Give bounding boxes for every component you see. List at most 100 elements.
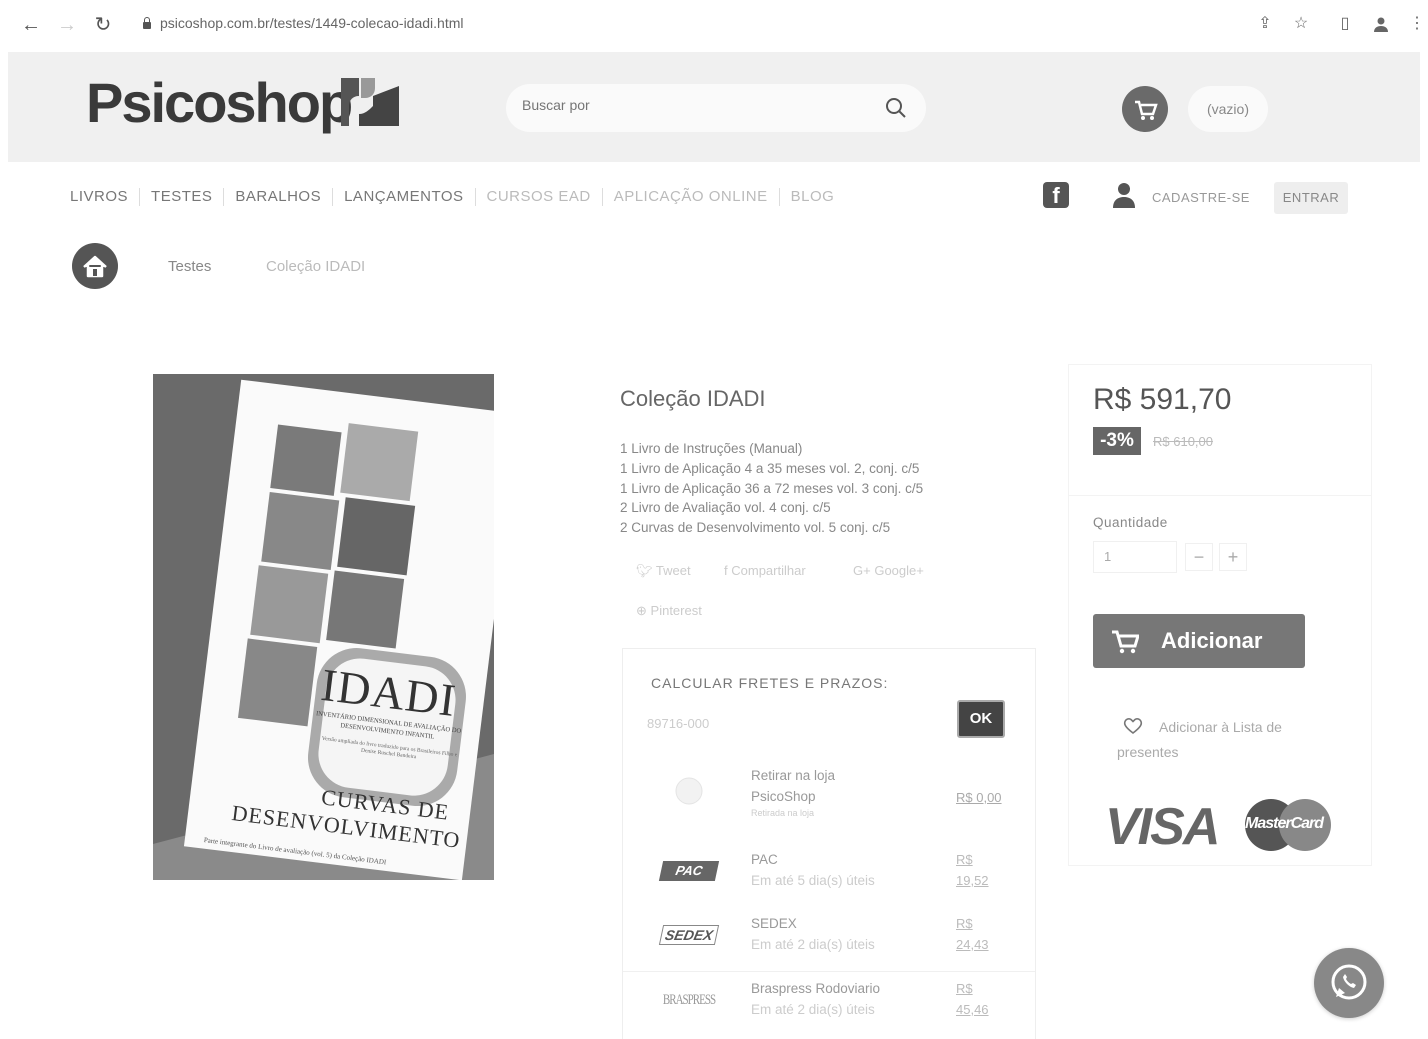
home-icon [83,255,107,278]
menu-item-cursos-ead[interactable]: CURSOS EAD [474,188,602,206]
pac-logo: PAC [658,861,720,881]
cep-input[interactable] [647,711,907,735]
facebook-icon[interactable]: f [1043,182,1069,208]
lock-icon [142,17,152,29]
facebook-share-label: Compartilhar [731,563,806,578]
cart-icon [1135,100,1158,120]
menu-item-lancamentos[interactable]: LANÇAMENTOS [332,188,474,206]
shipping-calculator: CALCULAR FRETES E PRAZOS: OK Retirar na … [622,648,1036,1039]
facebook-share-button[interactable]: f Compartilhar [724,563,806,578]
shipping-option-pac[interactable]: PAC PAC Em até 5 dia(s) úteis R$ 19,52 [623,843,1035,907]
share-icon[interactable]: ⇪ [1256,15,1274,33]
cart-button[interactable] [1122,86,1168,132]
site-header: Psicoshop (vazio) [8,52,1420,162]
menu-item-baralhos[interactable]: BARALHOS [223,188,332,206]
price-value: 19,52 [956,873,989,888]
price-value: 45,46 [956,1002,989,1017]
calculate-ok-button[interactable]: OK [957,700,1005,738]
add-to-cart-button[interactable]: Adicionar [1093,614,1305,668]
shipping-option-store[interactable]: Retirar na loja PsicoShop Retirada na lo… [623,759,1035,823]
payment-cards: VISA MasterCard [1105,795,1345,856]
store-pickup-logo-icon [675,777,703,805]
shipping-name-line: PAC [751,852,778,867]
menu-item-testes[interactable]: TESTES [139,188,223,206]
quantity-label: Quantidade [1093,515,1168,530]
shipping-option-name: Retirar na loja PsicoShop Retirada na lo… [751,765,921,819]
add-to-cart-label: Adicionar [1161,628,1263,653]
forward-arrow-icon[interactable]: → [56,14,78,36]
price-currency: R$ [956,852,973,867]
cart-icon [1112,630,1139,654]
bookmark-star-icon[interactable]: ☆ [1292,15,1310,33]
purchase-panel: R$ 591,70 -3% R$ 610,00 Quantidade 1 − +… [1068,364,1372,866]
quantity-input[interactable]: 1 [1093,541,1177,573]
breadcrumb-current: Coleção IDADI [266,258,366,275]
product-title: Coleção IDADI [620,386,766,411]
mastercard-label: MasterCard [1245,815,1324,832]
breadcrumb-testes[interactable]: Testes [168,258,211,275]
shipping-option-name: PAC Em até 5 dia(s) úteis [751,849,921,891]
visa-logo: VISA [1105,798,1220,856]
twitter-icon: 🐦︎ [636,563,653,578]
shipping-option-sedex[interactable]: SEDEX SEDEX Em até 2 dia(s) úteis R$ 24,… [623,907,1035,971]
side-panel-icon[interactable]: ▯ [1336,15,1354,33]
reload-icon[interactable]: ↻ [92,14,114,36]
quantity-decrease-button[interactable]: − [1185,543,1213,571]
old-price: R$ 610,00 [1153,434,1213,449]
price-value: 24,43 [956,937,989,952]
shipping-option-braspress[interactable]: BRASPRESS Braspress Rodoviario Em até 2 … [623,971,1035,1035]
profile-icon[interactable] [1372,15,1390,33]
braspress-logo: BRASPRESS [662,992,716,1008]
login-button[interactable]: ENTRAR [1274,182,1348,214]
whatsapp-button[interactable] [1314,948,1384,1018]
back-arrow-icon[interactable]: ← [20,14,42,36]
pinterest-button[interactable]: ⊕ Pinterest [636,603,702,619]
home-button[interactable] [72,243,118,289]
site-logo[interactable]: Psicoshop [86,70,353,135]
tweet-button[interactable]: 🐦︎ Tweet [636,563,691,579]
browser-toolbar: ← → ↻ psicoshop.com.br/testes/1449-colec… [0,0,1428,52]
address-bar[interactable]: psicoshop.com.br/testes/1449-colecao-ida… [142,15,464,31]
shipping-name-line: Retirar na loja [751,768,836,783]
product-description: 1 Livro de Instruções (Manual) 1 Livro d… [620,439,923,538]
description-line: 1 Livro de Aplicação 4 a 35 meses vol. 2… [620,460,920,476]
current-price: R$ 591,70 [1093,383,1232,416]
shipping-name-line: PsicoShop [751,789,816,804]
shipping-title: CALCULAR FRETES E PRAZOS: [651,675,889,691]
more-menu-icon[interactable]: ⋮ [1408,15,1426,33]
product-image[interactable]: IDADI INVENTÁRIO DIMENSIONAL DE AVALIAÇÃ… [153,374,494,880]
menu-item-livros[interactable]: LIVROS [70,188,139,206]
shipping-name-line: SEDEX [751,916,797,931]
description-line: 2 Livro de Avaliação vol. 4 conj. c/5 [620,500,831,516]
register-link[interactable]: CADASTRE-SE [1152,190,1250,205]
search-input[interactable] [522,97,862,113]
pinterest-label: Pinterest [650,603,702,618]
shipping-name-line: Braspress Rodoviario [751,981,881,996]
shipping-option-sub: Em até 2 dia(s) úteis [751,1002,875,1017]
cart-status[interactable]: (vazio) [1188,86,1268,132]
shipping-option-price: R$ 24,43 [956,913,1000,955]
description-line: 2 Curvas de Desenvolvimento vol. 5 conj.… [620,520,891,536]
facebook-share-icon: f [724,563,728,578]
shipping-option-name: SEDEX Em até 2 dia(s) úteis [751,913,921,955]
google-plus-button[interactable]: G+ Google+ [853,563,924,578]
menu-item-aplicacao-online[interactable]: APLICAÇÃO ONLINE [601,188,779,206]
description-line: 1 Livro de Instruções (Manual) [620,441,803,456]
whatsapp-icon [1331,964,1367,1000]
add-to-wishlist-link[interactable]: Adicionar à Lista de presentes [1117,715,1347,765]
divider [1069,495,1371,496]
user-icon[interactable] [1112,182,1136,208]
shipping-option-sub: Retirada na loja [751,808,815,818]
menu-item-blog[interactable]: BLOG [778,188,846,206]
quantity-increase-button[interactable]: + [1219,543,1247,571]
tweet-label: Tweet [655,563,691,578]
shipping-option-price: R$ 0,00 [956,790,1002,805]
google-plus-icon: G+ [853,563,871,578]
shipping-option-price: R$ 19,52 [956,849,1000,891]
sedex-logo: SEDEX [658,925,720,945]
search-icon[interactable] [884,96,908,120]
main-menu: LIVROS TESTES BARALHOS LANÇAMENTOS CURSO… [70,188,845,206]
wishlist-label: Adicionar à Lista de presentes [1117,719,1282,760]
pinterest-icon: ⊕ [636,603,647,618]
price-currency: R$ [956,916,973,931]
